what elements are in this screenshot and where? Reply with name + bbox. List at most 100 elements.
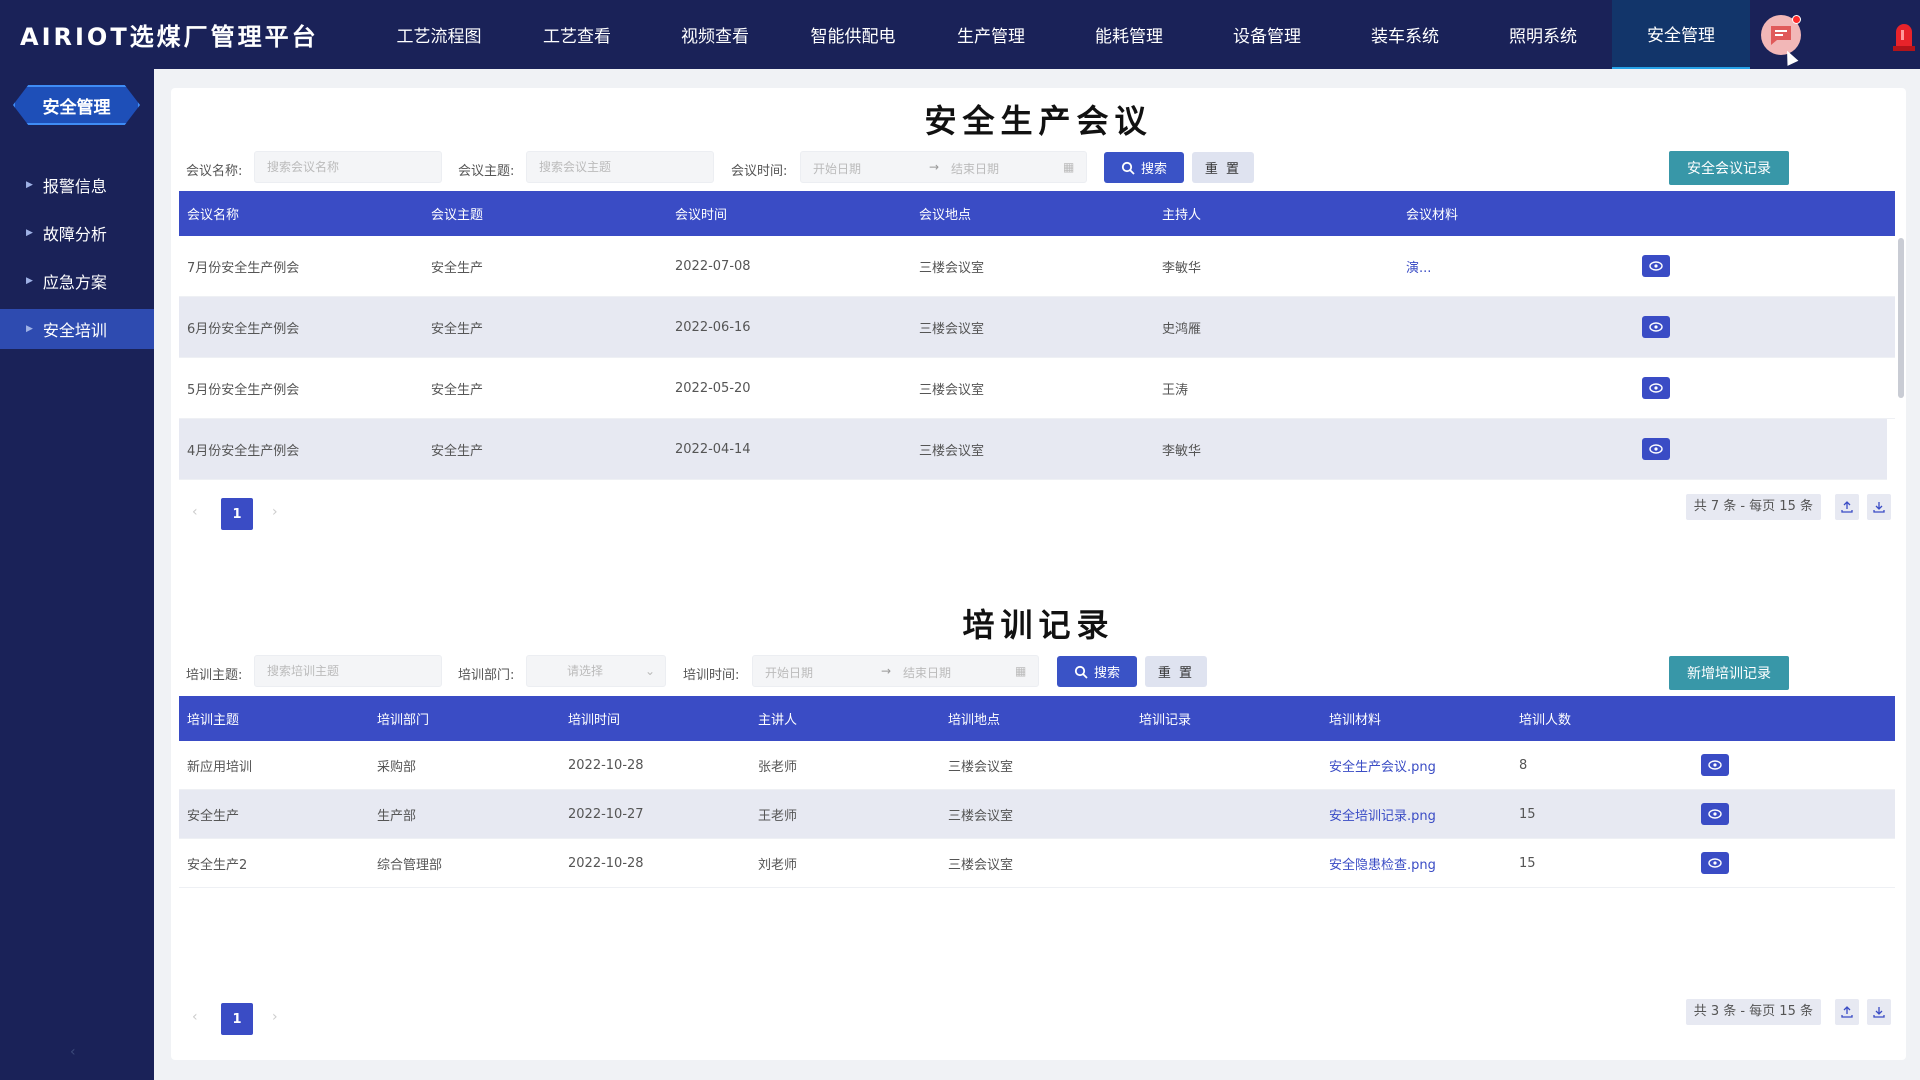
meeting-date-range[interactable]: 开始日期 → 结束日期 ▦ — [800, 151, 1087, 183]
training-material-link[interactable]: 安全生产会议.png — [1321, 756, 1511, 775]
mouse-cursor-icon — [1781, 48, 1799, 66]
table-row: 5月份安全生产例会 安全生产 2022-05-20 三楼会议室 王涛 — [179, 358, 1895, 419]
sidebar-item-label: 安全培训 — [42, 321, 107, 340]
column-header: 主持人 — [1162, 208, 1202, 223]
column-header: 培训人数 — [1519, 713, 1572, 728]
meeting-name-cell: 4月份安全生产例会 — [187, 443, 300, 459]
current-page-button[interactable]: 1 — [221, 1003, 253, 1035]
meeting-table-scrollbar[interactable] — [1898, 238, 1904, 398]
eye-icon — [1708, 809, 1722, 819]
training-material-link[interactable]: 安全隐患检查.png — [1321, 854, 1511, 873]
sidebar-item-training[interactable]: ▶ 安全培训 — [0, 309, 154, 349]
meeting-time-label: 会议时间: — [731, 164, 788, 179]
training-count-cell: 8 — [1519, 757, 1528, 773]
upload-button[interactable] — [1835, 494, 1859, 520]
bullet-icon: ▶ — [26, 276, 33, 286]
sidebar-item-alarm[interactable]: ▶ 报警信息 — [0, 165, 154, 205]
meeting-name-cell: 6月份安全生产例会 — [187, 321, 300, 337]
upload-button[interactable] — [1835, 999, 1859, 1025]
meeting-topic-cell: 安全生产 — [431, 260, 484, 276]
meeting-search-button[interactable]: 搜索 — [1104, 152, 1184, 183]
nav-item-energy[interactable]: 能耗管理 — [1060, 0, 1198, 69]
eye-icon — [1708, 760, 1722, 770]
training-material-link[interactable]: 安全培训记录.png — [1321, 805, 1511, 824]
training-search-button[interactable]: 搜索 — [1057, 656, 1137, 687]
meeting-name-label: 会议名称: — [186, 164, 243, 179]
sidebar-item-emergency[interactable]: ▶ 应急方案 — [0, 261, 154, 301]
action-cell — [1642, 316, 1702, 338]
column-header: 培训地点 — [948, 713, 1001, 728]
pagination-total: 共 7 条 - 每页 15 条 — [1685, 494, 1821, 520]
sidebar-item-label: 报警信息 — [42, 177, 107, 196]
nav-item-lighting[interactable]: 照明系统 — [1474, 0, 1612, 69]
training-reset-button[interactable]: 重 置 — [1145, 656, 1207, 687]
message-icon — [1771, 26, 1791, 45]
view-button[interactable] — [1701, 803, 1729, 825]
meeting-reset-button[interactable]: 重 置 — [1192, 152, 1254, 183]
training-dept-cell: 生产部 — [377, 808, 417, 824]
view-button[interactable] — [1642, 438, 1670, 460]
collapse-sidebar-icon[interactable]: ‹ — [70, 1044, 76, 1060]
view-button[interactable] — [1642, 316, 1670, 338]
next-page-icon[interactable]: › — [272, 504, 278, 520]
add-training-button[interactable]: 新增培训记录 — [1669, 656, 1789, 690]
prev-page-icon[interactable]: ‹ — [192, 504, 198, 520]
view-button[interactable] — [1642, 255, 1670, 277]
main-nav: 工艺流程图 工艺查看 视频查看 智能供配电 生产管理 能耗管理 设备管理 装车系… — [370, 0, 1750, 69]
meeting-date-cell: 2022-04-14 — [675, 441, 751, 457]
table-row: 7月份安全生产例会 安全生产 2022-07-08 三楼会议室 李敏华 演... — [179, 236, 1895, 297]
training-topic-input[interactable]: 搜索培训主题 — [254, 655, 442, 687]
sidebar-title: 安全管理 — [13, 85, 140, 125]
app-title: AIRIOT选煤厂管理平台 — [20, 23, 319, 51]
pagination-total: 共 3 条 - 每页 15 条 — [1685, 999, 1821, 1025]
training-dept-cell: 采购部 — [377, 759, 417, 775]
end-date-placeholder: 结束日期 — [951, 162, 1000, 176]
training-topic-label: 培训主题: — [186, 668, 243, 683]
training-date-cell: 2022-10-27 — [568, 806, 644, 822]
nav-item-process-view[interactable]: 工艺查看 — [508, 0, 646, 69]
next-page-icon[interactable]: › — [272, 1009, 278, 1025]
meeting-name-input[interactable]: 搜索会议名称 — [254, 151, 442, 183]
meeting-material-link[interactable]: 演... — [1398, 257, 1642, 276]
eye-icon — [1649, 383, 1663, 393]
current-page-button[interactable]: 1 — [221, 498, 253, 530]
prev-page-icon[interactable]: ‹ — [192, 1009, 198, 1025]
meeting-place-cell: 三楼会议室 — [919, 260, 985, 276]
top-bar: AIRIOT选煤厂管理平台 工艺流程图 工艺查看 视频查看 智能供配电 生产管理… — [0, 0, 1920, 69]
training-dept-label: 培训部门: — [458, 668, 515, 683]
meeting-topic-input[interactable]: 搜索会议主题 — [526, 151, 714, 183]
nav-item-production[interactable]: 生产管理 — [922, 0, 1060, 69]
meeting-host-cell: 李敏华 — [1162, 443, 1202, 459]
main-panel: 安全生产会议 会议名称: 搜索会议名称 会议主题: 搜索会议主题 会议时间: 开… — [171, 88, 1906, 1060]
column-header: 会议主题 — [431, 208, 484, 223]
training-date-range[interactable]: 开始日期 → 结束日期 ▦ — [752, 655, 1039, 687]
nav-item-safety[interactable]: 安全管理 — [1612, 0, 1750, 69]
training-dept-select[interactable]: 请选择 ⌄ — [526, 655, 666, 687]
nav-item-equipment[interactable]: 设备管理 — [1198, 0, 1336, 69]
sidebar-item-fault[interactable]: ▶ 故障分析 — [0, 213, 154, 253]
top-right-tools — [1740, 0, 1920, 69]
training-topic-cell: 安全生产 — [187, 808, 240, 824]
sidebar: 安全管理 ▶ 报警信息 ▶ 故障分析 ▶ 应急方案 ▶ 安全培训 ‹ — [0, 69, 154, 1080]
column-header: 会议材料 — [1406, 208, 1459, 223]
nav-item-video[interactable]: 视频查看 — [646, 0, 784, 69]
training-dept-cell: 综合管理部 — [377, 857, 443, 873]
meeting-table: 会议名称 会议主题 会议时间 会议地点 主持人 会议材料 7月份安全生产例会 安… — [179, 191, 1895, 480]
range-arrow-icon: → — [929, 160, 940, 174]
view-button[interactable] — [1701, 754, 1729, 776]
nav-item-loading[interactable]: 装车系统 — [1336, 0, 1474, 69]
column-header: 会议地点 — [919, 208, 972, 223]
nav-item-process-flow[interactable]: 工艺流程图 — [370, 0, 508, 69]
meeting-section-title: 安全生产会议 — [924, 102, 1153, 140]
training-time-label: 培训时间: — [683, 668, 740, 683]
download-icon — [1873, 1007, 1885, 1018]
alarm-button[interactable] — [1891, 18, 1917, 52]
view-button[interactable] — [1642, 377, 1670, 399]
download-button[interactable] — [1867, 999, 1891, 1025]
view-button[interactable] — [1701, 852, 1729, 874]
meeting-record-button[interactable]: 安全会议记录 — [1669, 151, 1789, 185]
nav-item-power[interactable]: 智能供配电 — [784, 0, 922, 69]
calendar-icon: ▦ — [1015, 664, 1027, 678]
column-header: 会议名称 — [187, 208, 240, 223]
download-button[interactable] — [1867, 494, 1891, 520]
